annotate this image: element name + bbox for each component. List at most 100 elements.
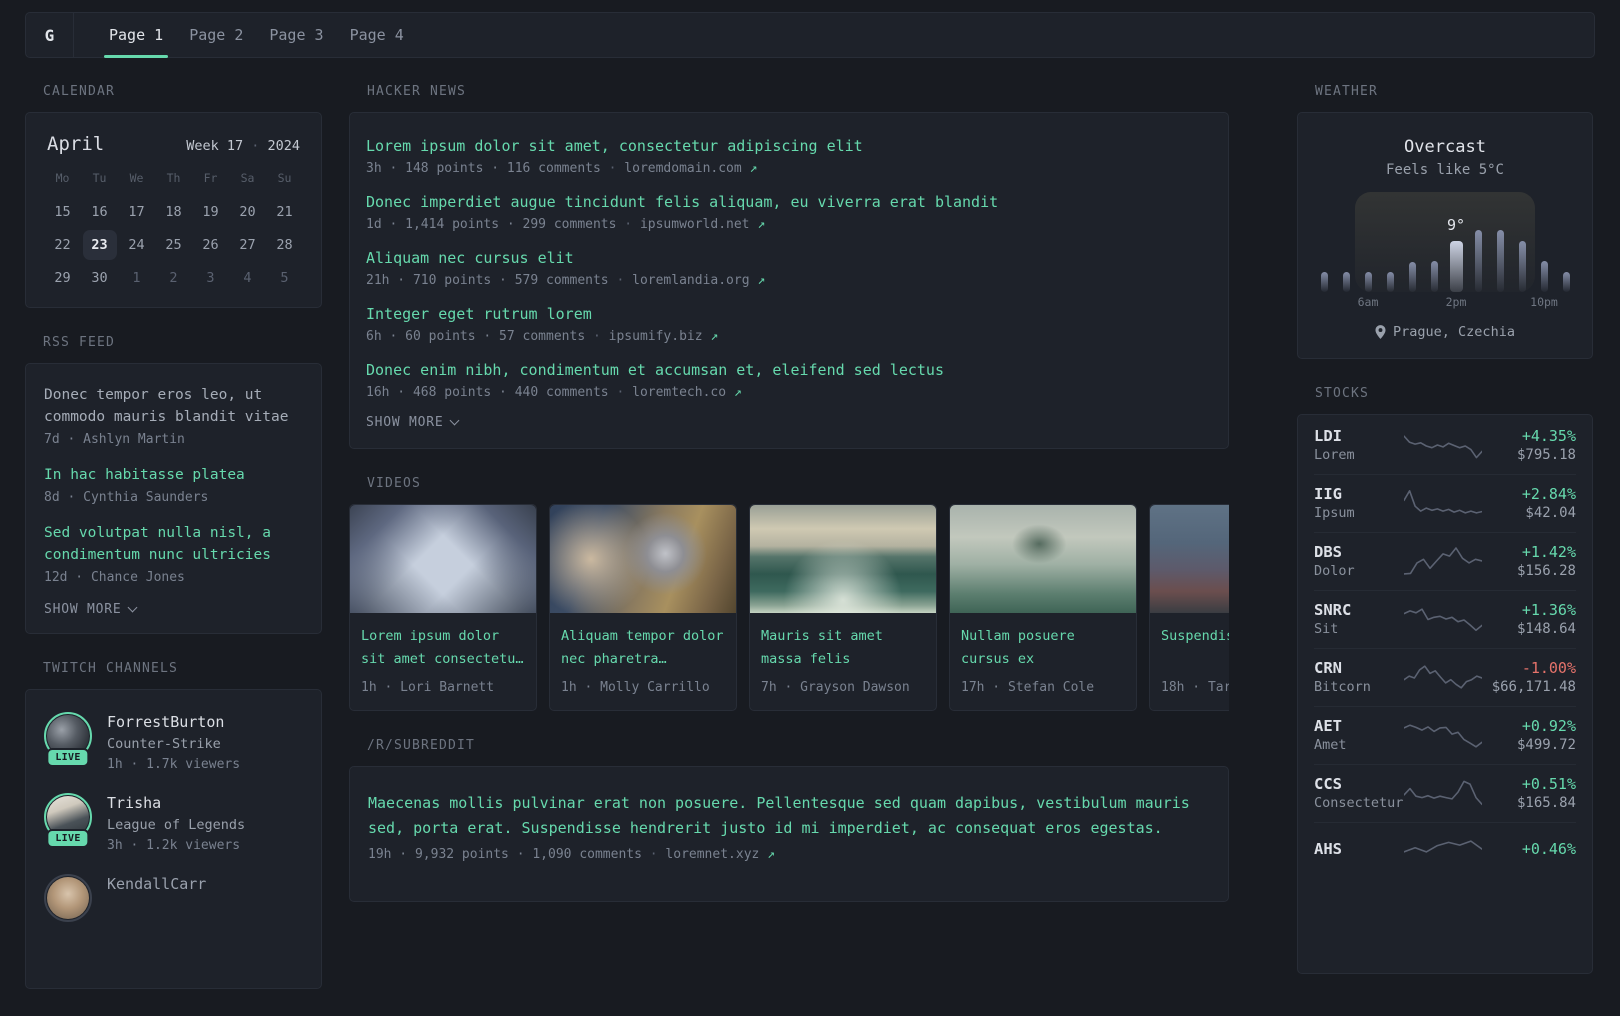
calendar-year: 2024 bbox=[267, 138, 300, 154]
weather-bar bbox=[1408, 262, 1416, 292]
page-tab[interactable]: Page 2 bbox=[176, 13, 256, 57]
stock-row[interactable]: CCS Consectetur +0.51% $165.84 bbox=[1314, 764, 1576, 822]
hn-story-title[interactable]: Donec enim nibh, condimentum et accumsan… bbox=[366, 359, 1212, 381]
hour-label: 10pm bbox=[1530, 295, 1558, 309]
twitch-channel-row[interactable]: LIVE ForrestBurton Counter-Strike 1h · 1… bbox=[44, 712, 303, 774]
weather-bar: 9° bbox=[1447, 216, 1465, 292]
video-card[interactable]: Aliquam tempor dolor nec pharetra… 1h · … bbox=[549, 504, 737, 711]
channel-name[interactable]: ForrestBurton bbox=[107, 713, 224, 731]
stock-row[interactable]: AET Amet +0.92% $499.72 bbox=[1314, 706, 1576, 764]
stock-name: Lorem bbox=[1314, 447, 1355, 463]
weather-bar bbox=[1430, 261, 1438, 292]
video-title: Suspendisse diam bbox=[1161, 628, 1229, 644]
hn-story-title[interactable]: Lorem ipsum dolor sit amet, consectetur … bbox=[366, 135, 1212, 157]
stock-values: +1.42% $156.28 bbox=[1482, 543, 1576, 579]
stock-symbol: SNRC bbox=[1314, 601, 1352, 619]
hn-story: Donec imperdiet augue tincidunt felis al… bbox=[366, 191, 1212, 232]
twitch-channel-row[interactable]: KendallCarr bbox=[44, 874, 303, 922]
video-card[interactable]: Lorem ipsum dolor sit amet consectetu… 1… bbox=[349, 504, 537, 711]
hn-story-title[interactable]: Integer eget rutrum lorem bbox=[366, 303, 1212, 325]
external-link-icon: ↗ bbox=[741, 161, 758, 176]
stocks-widget: STOCKS LDI Lorem +4.35% $795.18 IIG Ipsu… bbox=[1297, 386, 1593, 974]
stock-row[interactable]: CRN Bitcorn -1.00% $66,171.48 bbox=[1314, 648, 1576, 706]
channel-game: Counter-Strike bbox=[107, 736, 221, 752]
page-tab[interactable]: Page 1 bbox=[96, 13, 176, 58]
hn-meta-text: 21h · 710 points · 579 comments bbox=[366, 273, 609, 288]
stock-row[interactable]: LDI Lorem +4.35% $795.18 bbox=[1314, 417, 1576, 474]
calendar-day: 29 bbox=[54, 270, 71, 286]
page-tab-label: Page 4 bbox=[349, 26, 404, 44]
rss-widget: RSS FEED Donec tempor eros leo, ut commo… bbox=[25, 335, 322, 634]
rss-item-title[interactable]: In hac habitasse platea bbox=[44, 464, 303, 486]
hn-source-link[interactable]: loremlandia.org bbox=[632, 273, 749, 288]
hn-story: Lorem ipsum dolor sit amet, consectetur … bbox=[366, 135, 1212, 176]
video-title: Aliquam tempor dolor nec pharetra… bbox=[561, 628, 724, 667]
stock-row[interactable]: DBS Dolor +1.42% $156.28 bbox=[1314, 532, 1576, 590]
video-card[interactable]: Suspendisse diam 18h · Tara bbox=[1149, 504, 1229, 711]
stock-change: +0.92% bbox=[1521, 717, 1576, 735]
stock-row[interactable]: AHS +0.46% bbox=[1314, 822, 1576, 878]
hackernews-widget: HACKER NEWS Lorem ipsum dolor sit amet, … bbox=[349, 84, 1229, 449]
rss-item-title[interactable]: Donec tempor eros leo, ut commodo mauris… bbox=[44, 384, 303, 428]
hn-source-link[interactable]: loremdomain.com bbox=[624, 161, 741, 176]
calendar-day: 30 bbox=[91, 270, 108, 286]
calendar-widget-header: CALENDAR bbox=[43, 84, 115, 99]
stock-values: +0.51% $165.84 bbox=[1482, 775, 1576, 811]
page-tab[interactable]: Page 4 bbox=[337, 13, 417, 57]
hn-source-link[interactable]: ipsumworld.net bbox=[640, 217, 750, 232]
subreddit-post-title[interactable]: Maecenas mollis pulvinar erat non posuer… bbox=[368, 791, 1210, 841]
weather-bar bbox=[1562, 272, 1570, 292]
video-thumbnail bbox=[750, 505, 936, 613]
rss-item: In hac habitasse platea 8d · Cynthia Sau… bbox=[44, 464, 303, 505]
channel-name[interactable]: KendallCarr bbox=[107, 875, 206, 893]
logo[interactable]: G bbox=[26, 13, 74, 57]
hn-story-meta: 3h · 148 points · 116 comments · loremdo… bbox=[366, 161, 758, 176]
dashboard-content: CALENDAR April Week 17 · 2024 Mo Tu We T… bbox=[0, 84, 1620, 1016]
calendar-day: 26 bbox=[202, 237, 219, 253]
video-card[interactable]: Mauris sit amet massa felis 7h · Grayson… bbox=[749, 504, 937, 711]
stock-name: Sit bbox=[1314, 621, 1339, 637]
rss-item: Sed volutpat nulla nisl, a condimentum n… bbox=[44, 522, 303, 585]
stock-row[interactable]: SNRC Sit +1.36% $148.64 bbox=[1314, 590, 1576, 648]
rss-show-more-button[interactable]: SHOW MORE bbox=[44, 602, 138, 617]
videos-widget: VIDEOS Lorem ipsum dolor sit amet consec… bbox=[349, 476, 1229, 711]
live-badge: LIVE bbox=[46, 829, 90, 848]
stock-sparkline bbox=[1404, 776, 1483, 810]
subreddit-card: Maecenas mollis pulvinar erat non posuer… bbox=[349, 766, 1229, 902]
stock-row[interactable]: IIG Ipsum +2.84% $42.04 bbox=[1314, 474, 1576, 532]
page-tab-label: Page 2 bbox=[189, 26, 244, 44]
video-title: Mauris sit amet massa felis bbox=[761, 628, 883, 667]
stock-id: SNRC Sit bbox=[1314, 601, 1404, 637]
hn-source-link[interactable]: ipsumify.biz bbox=[609, 329, 703, 344]
twitch-channel-row[interactable]: LIVE Trisha League of Legends 3h · 1.2k … bbox=[44, 793, 303, 855]
weather-bar bbox=[1518, 241, 1526, 292]
stock-values: -1.00% $66,171.48 bbox=[1482, 659, 1576, 695]
avatar-ring: LIVE bbox=[44, 793, 92, 848]
calendar-day: 21 bbox=[276, 204, 293, 220]
stock-sparkline bbox=[1404, 486, 1483, 520]
video-card[interactable]: Nullam posuere cursus ex 17h · Stefan Co… bbox=[949, 504, 1137, 711]
channel-name[interactable]: Trisha bbox=[107, 794, 161, 812]
hn-story-title[interactable]: Aliquam nec cursus elit bbox=[366, 247, 1212, 269]
external-link-icon: ↗ bbox=[702, 329, 719, 344]
hackernews-show-more-button[interactable]: SHOW MORE bbox=[366, 415, 460, 430]
video-thumbnail bbox=[350, 505, 536, 613]
channel-meta: 1h · 1.7k viewers bbox=[107, 757, 241, 772]
subreddit-source-link[interactable]: loremnet.xyz bbox=[665, 847, 759, 862]
hn-source-link[interactable]: loremtech.co bbox=[632, 385, 726, 400]
hn-story-title[interactable]: Donec imperdiet augue tincidunt felis al… bbox=[366, 191, 1212, 213]
weather-bar bbox=[1342, 272, 1350, 292]
page-tabs: Page 1 Page 2 Page 3 Page 4 bbox=[74, 13, 417, 58]
stock-id: AET Amet bbox=[1314, 717, 1404, 753]
weather-bar bbox=[1496, 230, 1504, 292]
rss-widget-header: RSS FEED bbox=[43, 335, 115, 350]
stock-id: CRN Bitcorn bbox=[1314, 659, 1404, 695]
video-title: Nullam posuere cursus ex bbox=[961, 628, 1075, 667]
page-tab[interactable]: Page 3 bbox=[256, 13, 336, 57]
weather-card: Overcast Feels like 5°C 9° 6am 2pm 10pm Pr… bbox=[1297, 112, 1593, 359]
subreddit-widget-header: /R/SUBREDDIT bbox=[367, 738, 475, 753]
rss-item-title[interactable]: Sed volutpat nulla nisl, a condimentum n… bbox=[44, 522, 303, 566]
weather-bars: 9° bbox=[1316, 216, 1574, 292]
stock-symbol: IIG bbox=[1314, 485, 1342, 503]
stock-change: +4.35% bbox=[1521, 427, 1576, 445]
